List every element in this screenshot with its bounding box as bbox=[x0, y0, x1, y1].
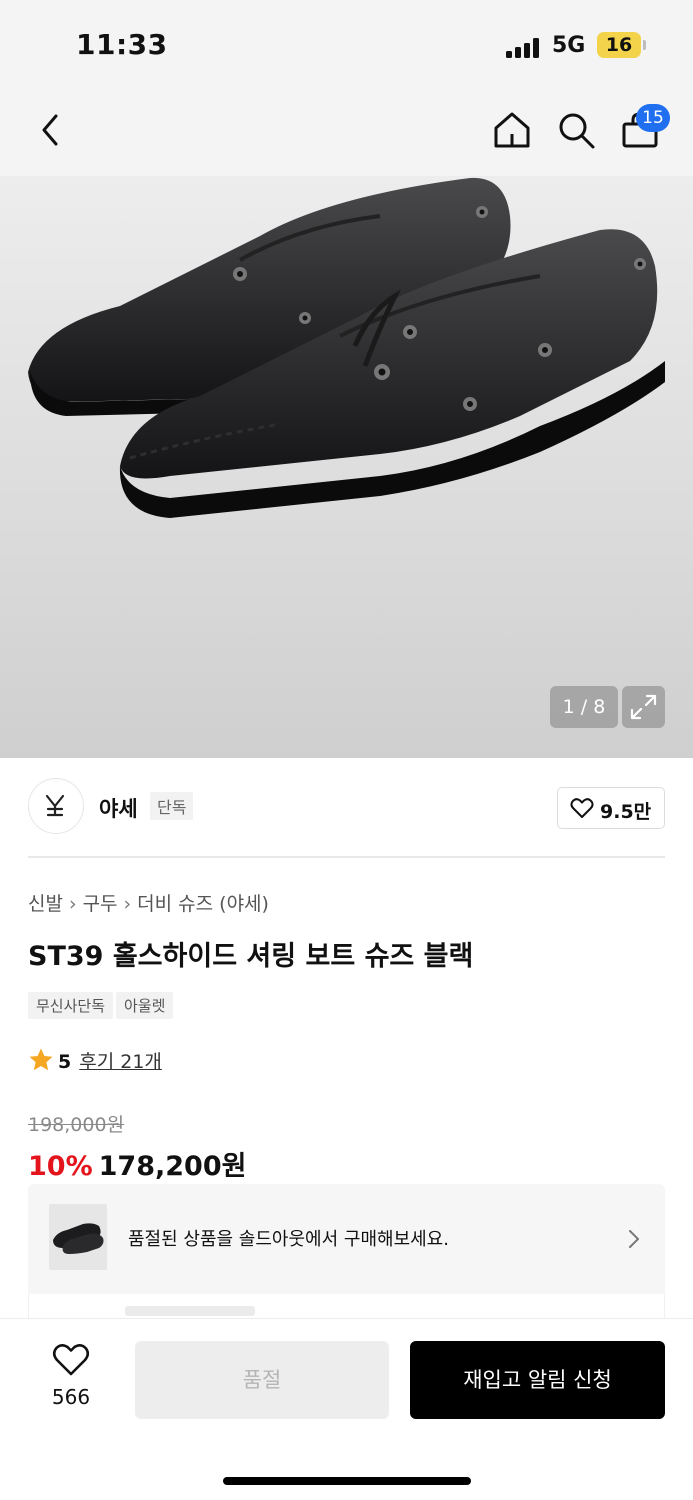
back-arrow-icon[interactable] bbox=[34, 110, 68, 150]
brand-name[interactable]: 야세 bbox=[99, 793, 138, 823]
wishlist-button[interactable]: 566 bbox=[40, 1343, 102, 1413]
status-bar: 11:33 5G 16 bbox=[0, 0, 693, 90]
next-card-peek bbox=[28, 1294, 665, 1318]
soldout-button: 품절 bbox=[135, 1341, 389, 1419]
battery-icon: 16 bbox=[597, 32, 641, 58]
rating-row: 5 후기 21개 bbox=[28, 1047, 162, 1074]
breadcrumb: 신발 › 구두 › 더비 슈즈 (야세) bbox=[28, 889, 269, 916]
divider bbox=[28, 856, 665, 858]
heart-icon bbox=[52, 1344, 90, 1376]
sale-price: 178,200원 bbox=[98, 1151, 247, 1182]
home-indicator bbox=[223, 1477, 471, 1485]
restock-alert-button[interactable]: 재입고 알림 신청 bbox=[410, 1341, 665, 1419]
soldout-text: 품절된 상품을 솔드아웃에서 구매해보세요. bbox=[128, 1229, 449, 1250]
discount-rate: 10% bbox=[28, 1151, 93, 1182]
heart-icon bbox=[570, 798, 594, 818]
original-price: 198,000원 bbox=[28, 1114, 125, 1136]
chevron-right-icon: › bbox=[68, 893, 77, 915]
product-title: ST39 홀스하이드 셔링 보트 슈즈 블랙 bbox=[28, 941, 474, 972]
exclusive-tag: 단독 bbox=[150, 792, 194, 820]
wishlist-count: 566 bbox=[51, 1385, 91, 1409]
breadcrumb-item[interactable]: 구두 bbox=[83, 893, 118, 915]
breadcrumb-item[interactable]: 신발 bbox=[28, 893, 63, 915]
product-tags: 무신사단독 아울렛 bbox=[28, 992, 176, 1019]
battery-tip bbox=[643, 40, 646, 50]
network-type: 5G bbox=[552, 33, 586, 58]
soldout-thumbnail bbox=[49, 1204, 107, 1270]
tag-exclusive: 무신사단독 bbox=[28, 992, 114, 1019]
search-icon[interactable] bbox=[556, 108, 596, 152]
image-counter: 1 / 8 bbox=[550, 686, 618, 728]
rating-score: 5 bbox=[58, 1051, 72, 1073]
peek-placeholder bbox=[125, 1306, 255, 1316]
brand-like-button[interactable]: 9.5만 bbox=[557, 787, 665, 829]
brand-like-count: 9.5만 bbox=[600, 801, 652, 823]
breadcrumb-item[interactable]: 더비 슈즈 (야세) bbox=[137, 893, 269, 915]
product-image[interactable]: 1 / 8 bbox=[0, 176, 693, 758]
home-icon[interactable] bbox=[490, 108, 534, 152]
tag-outlet: 아울렛 bbox=[116, 992, 174, 1019]
review-link[interactable]: 후기 21개 bbox=[79, 1051, 162, 1073]
price-row: 10% 178,200원 bbox=[28, 1144, 246, 1183]
brand-logo[interactable] bbox=[28, 778, 84, 834]
cart-count-badge: 15 bbox=[636, 104, 670, 132]
soldout-banner[interactable]: 품절된 상품을 솔드아웃에서 구매해보세요. bbox=[28, 1184, 665, 1294]
status-time: 11:33 bbox=[76, 28, 168, 61]
chevron-right-icon: › bbox=[123, 893, 132, 915]
chevron-right-icon bbox=[629, 1230, 639, 1248]
brand-row: 야세 단독 9.5만 bbox=[28, 778, 665, 836]
nav-bar: 15 bbox=[0, 90, 693, 176]
star-icon bbox=[29, 1048, 53, 1071]
bottom-action-bar: 566 품절 재입고 알림 신청 bbox=[0, 1318, 693, 1500]
expand-icon[interactable] bbox=[622, 686, 665, 728]
signal-icon bbox=[506, 36, 544, 58]
boat-shoes-image bbox=[28, 177, 666, 518]
